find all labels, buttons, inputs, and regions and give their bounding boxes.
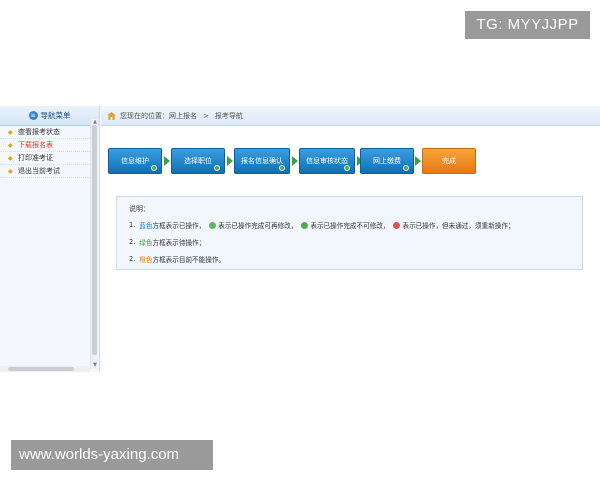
breadcrumb: 您现在的位置： 网上报名 > 报考导航	[101, 106, 600, 126]
breadcrumb-prefix: 您现在的位置：	[120, 111, 169, 120]
step-label: 完成	[442, 157, 456, 165]
breadcrumb-level2: 报考导航	[214, 111, 243, 120]
sidebar-item-label: 查看报考状态	[18, 128, 60, 136]
instruction-line-2: 2. 绿色 方框表示待操作；	[129, 237, 570, 247]
step-arrow-icon	[292, 156, 298, 166]
step-label: 选择职位	[184, 157, 212, 165]
sidebar-item-print-ticket[interactable]: ◆ 打印准考证	[0, 152, 90, 165]
green-check-icon	[209, 221, 217, 229]
sidebar-item-check-status[interactable]: ◆ 查看报考状态	[0, 126, 90, 139]
instructions-title: 说明：	[129, 205, 150, 213]
watermark-website: www.worlds-yaxing.com	[11, 440, 213, 470]
instruction-text: 表示已操作，但未通过，须重新操作；	[402, 222, 515, 230]
scroll-thumb[interactable]	[92, 125, 97, 355]
color-word-green: 绿色	[139, 239, 153, 247]
app-window: ≡ 导航菜单 ◆ 查看报考状态 ◆ 下载报名表 ◆ 打印准考证 ◆ 退出当前考试…	[0, 106, 600, 372]
navigation-icon: ≡	[28, 111, 38, 120]
scroll-down-arrow-icon[interactable]: ▼	[92, 362, 98, 368]
check-icon	[214, 165, 220, 171]
instructions-panel: 说明： 1. 蓝色 方框表示已操作， 表示已操作完成可再修改， 表示已操作完成不…	[116, 196, 583, 270]
instruction-text: 方框表示目前不能操作。	[152, 256, 226, 264]
sidebar-item-label: 退出当前考试	[18, 167, 60, 175]
breadcrumb-separator: >	[203, 111, 209, 120]
step-arrow-icon	[227, 156, 233, 166]
step-arrow-icon	[415, 156, 421, 166]
step-confirm-registration[interactable]: 报名信息确认	[234, 148, 290, 174]
sidebar-item-label: 下载报名表	[18, 141, 53, 149]
check-icon	[403, 165, 409, 171]
check-icon	[279, 165, 285, 171]
sidebar-item-download-form[interactable]: ◆ 下载报名表	[0, 139, 90, 152]
sidebar-item-exit-exam[interactable]: ◆ 退出当前考试	[0, 165, 90, 178]
step-arrow-icon	[164, 156, 170, 166]
locked-check-icon	[301, 221, 309, 229]
step-label: 报名信息确认	[241, 157, 283, 165]
sidebar-vertical-scrollbar[interactable]: ▲ ▼	[90, 119, 98, 369]
bullet-icon: ◆	[8, 168, 13, 175]
instruction-text: 方框表示已操作，	[152, 222, 206, 230]
color-word-orange: 橙色	[139, 256, 153, 264]
step-complete[interactable]: 完成	[422, 148, 476, 174]
sidebar-item-label: 打印准考证	[18, 154, 53, 162]
instruction-text: 方框表示待操作；	[152, 239, 206, 247]
sidebar: ≡ 导航菜单 ◆ 查看报考状态 ◆ 下载报名表 ◆ 打印准考证 ◆ 退出当前考试…	[0, 106, 100, 372]
step-label: 信息审核状态	[306, 157, 348, 165]
color-word-blue: 蓝色	[139, 222, 153, 230]
instruction-text: 表示已操作完成不可修改，	[310, 222, 390, 230]
bullet-icon: ◆	[8, 155, 13, 162]
main-content: 您现在的位置： 网上报名 > 报考导航 信息维护 选择职位 报名信息确认 信息审…	[101, 106, 600, 372]
bullet-icon: ◆	[8, 129, 13, 136]
instruction-line-3: 2. 橙色 方框表示目前不能操作。	[129, 254, 570, 264]
home-icon	[107, 111, 116, 120]
step-online-payment[interactable]: 网上缴费	[360, 148, 414, 174]
sidebar-title: 导航菜单	[40, 111, 71, 120]
instruction-text: 表示已操作完成可再修改，	[218, 222, 298, 230]
sidebar-header: ≡ 导航菜单	[0, 106, 99, 126]
instruction-line-1: 1. 蓝色 方框表示已操作， 表示已操作完成可再修改， 表示已操作完成不可修改，…	[129, 220, 570, 230]
step-review-status[interactable]: 信息审核状态	[299, 148, 355, 174]
watermark-telegram: TG: MYYJJPP	[465, 11, 590, 39]
check-icon	[151, 165, 157, 171]
bullet-icon: ◆	[8, 142, 13, 149]
line-number: 1.	[129, 221, 136, 229]
line-number: 2.	[129, 255, 136, 263]
step-select-position[interactable]: 选择职位	[171, 148, 225, 174]
sidebar-menu: ◆ 查看报考状态 ◆ 下载报名表 ◆ 打印准考证 ◆ 退出当前考试	[0, 126, 90, 178]
hscroll-thumb[interactable]	[8, 367, 74, 371]
sidebar-horizontal-scrollbar[interactable]	[0, 366, 90, 372]
step-label: 信息维护	[121, 157, 149, 165]
step-info-maintenance[interactable]: 信息维护	[108, 148, 162, 174]
breadcrumb-level1[interactable]: 网上报名	[169, 111, 197, 121]
step-label: 网上缴费	[373, 157, 401, 165]
red-warning-icon	[393, 221, 401, 229]
line-number: 2.	[129, 238, 136, 246]
check-icon	[344, 165, 350, 171]
